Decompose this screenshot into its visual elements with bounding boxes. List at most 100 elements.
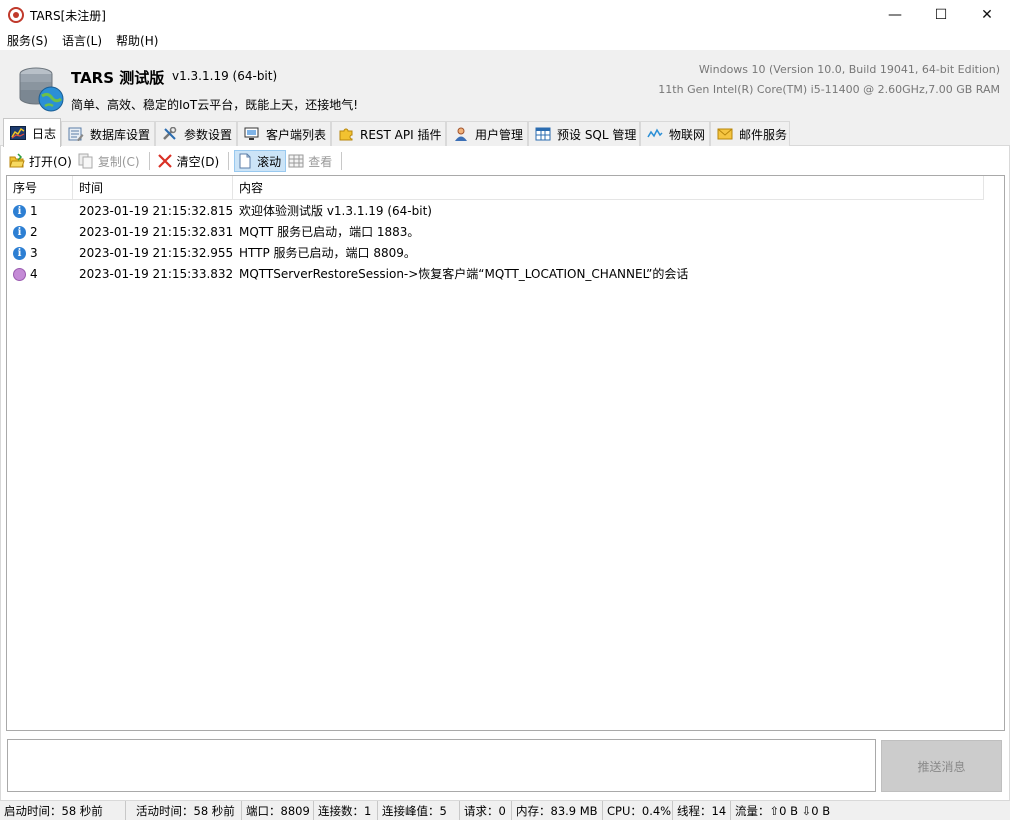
tab-label: 日志 (32, 126, 57, 141)
tab-label: 数据库设置 (90, 127, 151, 142)
tab-preset-sql-management[interactable]: 预设 SQL 管理 (528, 121, 640, 146)
toolbar-separator (341, 152, 343, 170)
toolbar-separator (228, 152, 230, 170)
tab-log[interactable]: 日志 (3, 118, 61, 147)
info-icon: i (13, 205, 26, 218)
row-time: 2023-01-19 21:15:32.815 (79, 204, 234, 218)
status-threads: 线程：14 (673, 800, 731, 820)
status-uptime: 启动时间：58 秒前 (0, 800, 126, 820)
clear-button[interactable]: 清空(D) (155, 150, 224, 172)
view-label: 查看 (308, 154, 333, 169)
status-connections: 连接数：1 (314, 800, 378, 820)
row-number: 3 (30, 246, 38, 260)
row-content: 欢迎体验测试版 v1.3.1.19 (64-bit) (239, 204, 432, 218)
brand-title: TARS 测试版 (71, 69, 165, 87)
app-logo-icon (8, 7, 24, 23)
close-button[interactable]: ✕ (964, 0, 1010, 30)
app-header: TARS 测试版 v1.3.1.19 (64-bit) 简单、高效、稳定的IoT… (0, 50, 1010, 118)
message-input[interactable] (7, 739, 876, 792)
row-time: 2023-01-19 21:15:33.832 (79, 267, 234, 281)
debug-dot-icon (13, 268, 26, 281)
database-settings-icon (68, 127, 84, 141)
copy-button[interactable]: 复制(C) (76, 150, 144, 172)
slogan-text: 简单、高效、稳定的IoT云平台，既能上天，还接地气! (71, 98, 359, 112)
column-header-no[interactable]: 序号 (7, 176, 73, 200)
tab-parameter-settings[interactable]: 参数设置 (155, 121, 237, 146)
log-row[interactable]: 4 2023-01-19 21:15:33.832 MQTTServerRest… (7, 264, 982, 285)
clear-label: 清空(D) (176, 154, 220, 169)
scroll-toggle-button[interactable]: 滚动 (234, 150, 287, 172)
status-peak-connections: 连接峰值：5 (378, 800, 460, 820)
page-icon (239, 153, 251, 169)
status-traffic: 流量：⇧0 B ⇩0 B (735, 803, 831, 818)
row-content: HTTP 服务已启动，端口 8809。 (239, 246, 416, 260)
version-label: v1.3.1.19 (64-bit) (172, 69, 278, 83)
tab-label: 客户端列表 (266, 127, 327, 142)
os-info: Windows 10 (Version 10.0, Build 19041, 6… (698, 63, 1000, 76)
column-header-content[interactable]: 内容 (233, 176, 984, 200)
log-row[interactable]: i 1 2023-01-19 21:15:32.815 欢迎体验测试版 v1.3… (7, 201, 982, 222)
system-info: Windows 10 (Version 10.0, Build 19041, 6… (658, 60, 1000, 100)
tab-bar: 日志 数据库设置 参数设置 客户端列表 REST API 插件 用户管理 预设 … (0, 118, 1010, 147)
status-memory: 内存：83.9 MB (512, 800, 603, 820)
minimize-button[interactable]: — (872, 0, 918, 30)
row-number: 2 (30, 225, 38, 239)
database-globe-logo-icon (19, 67, 64, 112)
tab-iot[interactable]: 物联网 (640, 121, 710, 146)
cpu-info: 11th Gen Intel(R) Core(TM) i5-11400 @ 2.… (658, 83, 1000, 96)
log-list[interactable]: 序号 时间 内容 i 1 2023-01-19 21:15:32.815 欢迎体… (6, 175, 1005, 731)
row-content: MQTT 服务已启动，端口 1883。 (239, 225, 420, 239)
maximize-button[interactable]: ☐ (918, 0, 964, 30)
tab-rest-api-plugin[interactable]: REST API 插件 (331, 121, 446, 146)
tab-mail-service[interactable]: 邮件服务 (710, 121, 790, 146)
tab-label: REST API 插件 (360, 127, 442, 142)
tools-icon (163, 127, 177, 140)
menu-service[interactable]: 服务(S) (0, 32, 55, 49)
log-toolbar: 打开(O) 复制(C) 清空(D) 滚动 查看 (7, 150, 347, 172)
row-time: 2023-01-19 21:15:32.955 (79, 246, 234, 260)
status-bar: 启动时间：58 秒前 活动时间：58 秒前 端口：8809 连接数：1 连接峰值… (0, 800, 1010, 820)
tab-database-settings[interactable]: 数据库设置 (61, 121, 155, 146)
log-row[interactable]: i 3 2023-01-19 21:15:32.955 HTTP 服务已启动，端… (7, 243, 982, 264)
mail-icon (717, 128, 733, 140)
user-icon (455, 127, 467, 141)
row-time: 2023-01-19 21:15:32.831 (79, 225, 234, 239)
log-panel: 打开(O) 复制(C) 清空(D) 滚动 查看 序号 时间 内容 i 1 202… (0, 146, 1010, 800)
open-folder-icon (9, 153, 25, 168)
row-number: 1 (30, 204, 38, 218)
scroll-label: 滚动 (257, 154, 282, 169)
window-controls: — ☐ ✕ (872, 0, 1010, 30)
tab-label: 用户管理 (475, 127, 524, 142)
info-icon: i (13, 226, 26, 239)
menu-help[interactable]: 帮助(H) (109, 32, 165, 49)
row-number: 4 (30, 267, 38, 281)
tab-client-list[interactable]: 客户端列表 (237, 121, 331, 146)
column-header-time[interactable]: 时间 (73, 176, 233, 200)
list-header: 序号 时间 内容 (7, 176, 984, 200)
menu-bar: 服务(S) 语言(L) 帮助(H) (0, 30, 1010, 50)
open-button[interactable]: 打开(O) (7, 150, 76, 172)
tab-label: 参数设置 (184, 127, 233, 142)
signal-icon (647, 128, 663, 138)
menu-language[interactable]: 语言(L) (55, 32, 109, 49)
table-icon (535, 127, 551, 141)
puzzle-icon (339, 128, 353, 141)
copy-icon (78, 153, 93, 169)
open-label: 打开(O) (29, 154, 72, 169)
send-message-button[interactable]: 推送消息 (881, 740, 1002, 792)
info-icon: i (13, 247, 26, 260)
status-cpu: CPU：0.4% (603, 800, 673, 820)
copy-label: 复制(C) (97, 154, 140, 169)
title-bar: TARS[未注册] — ☐ ✕ (0, 0, 1010, 30)
row-content: MQTTServerRestoreSession->恢复客户端“MQTT_LOC… (239, 267, 689, 281)
tab-user-management[interactable]: 用户管理 (446, 121, 528, 146)
status-port: 端口：8809 (242, 800, 314, 820)
status-requests: 请求：0 (460, 800, 512, 820)
tab-label: 物联网 (669, 127, 706, 142)
monitor-icon (244, 127, 259, 140)
window-title: TARS[未注册] (30, 8, 106, 23)
toolbar-separator (148, 152, 150, 170)
log-chart-icon (10, 126, 26, 140)
view-button[interactable]: 查看 (286, 150, 336, 172)
log-row[interactable]: i 2 2023-01-19 21:15:32.831 MQTT 服务已启动，端… (7, 222, 982, 243)
